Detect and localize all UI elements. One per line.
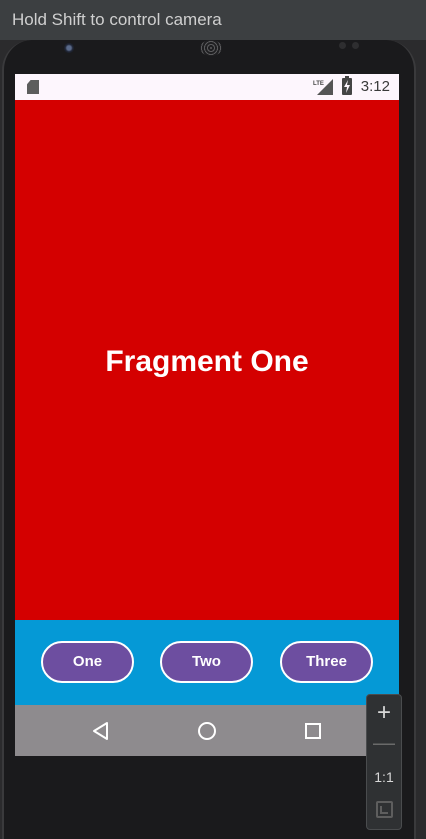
sd-card-icon — [27, 80, 39, 94]
earpiece-speaker-icon — [200, 40, 222, 56]
actual-size-button[interactable]: 1:1 — [367, 767, 401, 787]
sensor-icon — [339, 42, 346, 49]
fragment-title: Fragment One — [105, 345, 309, 378]
button-one[interactable]: One — [41, 641, 134, 683]
lte-label: LTE — [313, 81, 324, 87]
back-icon[interactable] — [90, 720, 112, 742]
fit-screen-icon[interactable] — [376, 801, 393, 818]
status-time: 3:12 — [360, 78, 390, 95]
status-bar: LTE 3:12 — [15, 74, 399, 100]
sensor-icon — [352, 42, 359, 49]
device-screen: LTE 3:12 Fragment One One Two Three — [15, 74, 399, 756]
front-camera-icon — [64, 43, 74, 53]
home-icon[interactable] — [196, 720, 218, 742]
battery-charging-icon — [342, 76, 352, 95]
fragment-container: Fragment One — [15, 100, 399, 620]
recents-icon[interactable] — [302, 720, 324, 742]
zoom-out-button[interactable]: — — [367, 731, 401, 755]
button-two[interactable]: Two — [160, 641, 253, 683]
zoom-in-button[interactable]: + — [367, 699, 401, 727]
lte-signal-icon: LTE — [313, 79, 333, 95]
device-top-bezel — [4, 40, 414, 74]
button-three[interactable]: Three — [280, 641, 373, 683]
navigation-bar — [15, 705, 399, 756]
emulator-hint: Hold Shift to control camera — [0, 0, 426, 40]
emulator-zoom-panel: + — 1:1 — [366, 694, 402, 830]
fragment-button-bar: One Two Three — [15, 620, 399, 705]
